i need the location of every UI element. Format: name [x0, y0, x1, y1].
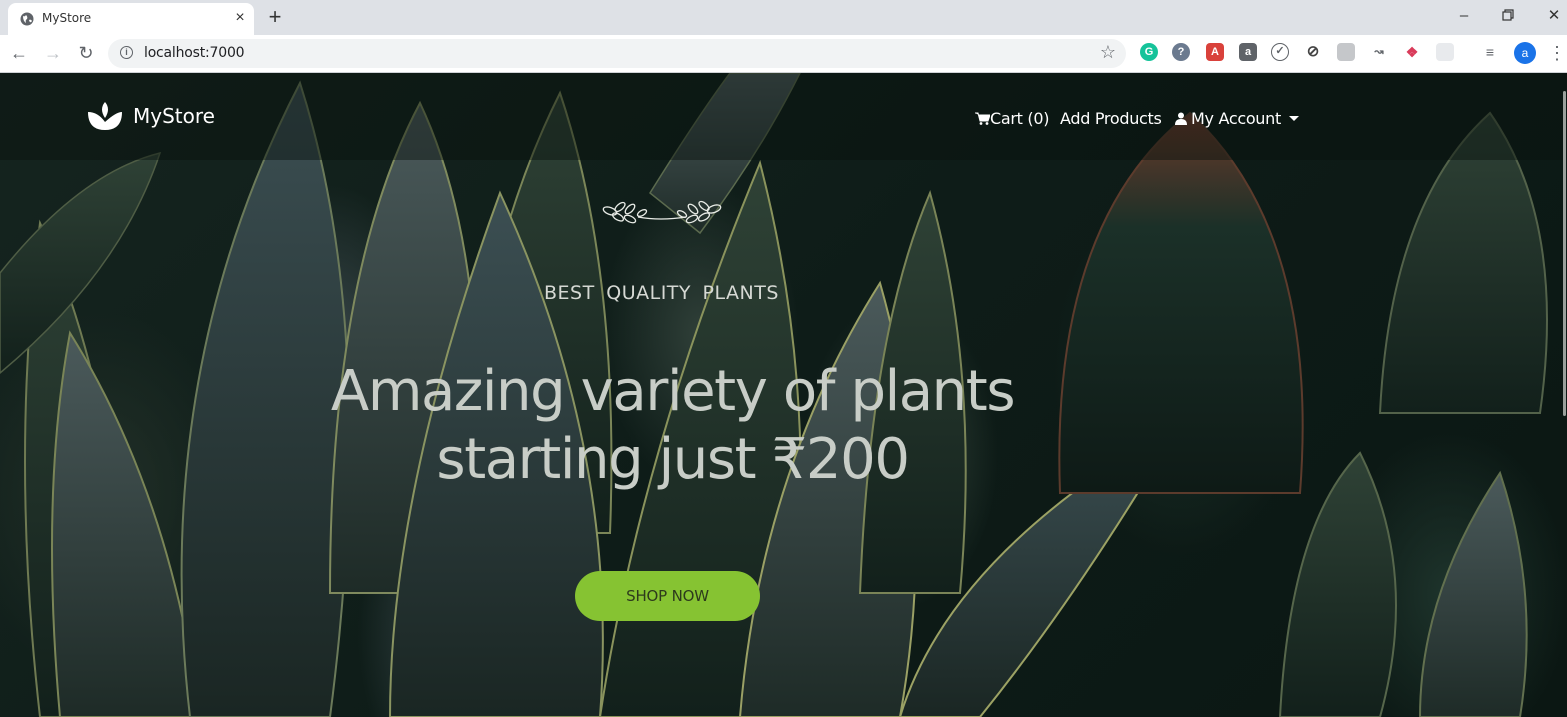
chart-extension-icon[interactable]: ↝ — [1370, 43, 1388, 61]
reload-icon[interactable]: ↻ — [73, 41, 99, 65]
media-queue-icon[interactable]: ≡ — [1481, 43, 1499, 61]
shopping-bag-extension-icon[interactable]: a — [1239, 43, 1257, 61]
address-bar[interactable]: i localhost:7000 ☆ — [108, 39, 1126, 68]
tab-title: MyStore — [42, 11, 92, 25]
tab-close-icon[interactable]: × — [230, 7, 250, 29]
block-icon[interactable]: ⊘ — [1304, 43, 1322, 61]
back-arrow-icon[interactable]: ← — [6, 41, 32, 65]
new-tab-button[interactable]: + — [262, 5, 288, 29]
bookmark-star-icon[interactable]: ☆ — [1100, 42, 1116, 63]
browser-menu-icon[interactable]: ⋮ — [1548, 41, 1566, 65]
browser-tab[interactable]: MyStore × — [8, 3, 254, 35]
minimize-icon[interactable]: – — [1446, 4, 1482, 28]
restore-icon[interactable] — [1490, 4, 1526, 28]
hero-headline: Amazing variety of plants starting just … — [300, 358, 1045, 494]
forward-arrow-icon[interactable]: → — [40, 41, 66, 65]
bird-extension-icon[interactable]: ❖ — [1403, 43, 1421, 61]
browser-toolbar: ← → ↻ i localhost:7000 ☆ G ? A a ✓ ⊘ ↝ ❖… — [0, 35, 1567, 73]
globe-icon — [20, 12, 34, 26]
grammarly-extension-icon[interactable]: G — [1140, 43, 1158, 61]
lotus-logo-icon — [88, 102, 122, 130]
window-close-icon[interactable]: ✕ — [1536, 4, 1567, 28]
url-text[interactable]: localhost:7000 — [144, 45, 245, 61]
brand-name[interactable]: MyStore — [133, 104, 215, 128]
site-navbar: MyStore Cart (0) Add Products My Account — [0, 73, 1567, 160]
shield-extension-icon[interactable]: ? — [1172, 43, 1190, 61]
cart-label: Cart (0) — [990, 109, 1050, 128]
cart-link[interactable]: Cart (0) — [975, 109, 1049, 128]
extension-grey-icon[interactable] — [1337, 43, 1355, 61]
pdf-extension-icon[interactable]: A — [1206, 43, 1224, 61]
info-icon[interactable]: i — [120, 46, 133, 59]
hero-section: MyStore Cart (0) Add Products My Account — [0, 73, 1567, 717]
shop-now-button[interactable]: SHOP NOW — [575, 571, 760, 621]
hero-tagline: BEST QUALITY PLANTS — [544, 282, 779, 304]
laurel-ornament-icon — [602, 200, 722, 224]
my-account-label: My Account — [1191, 109, 1281, 128]
profile-avatar[interactable]: a — [1514, 42, 1536, 64]
headline-line-1: Amazing variety of plants — [330, 359, 1016, 424]
checkmark-shield-icon[interactable]: ✓ — [1271, 43, 1289, 61]
user-icon — [1175, 112, 1187, 125]
blank-extension-icon[interactable] — [1436, 43, 1454, 61]
cart-icon — [975, 112, 990, 125]
headline-line-2: starting just ₹200 — [436, 427, 910, 492]
my-account-dropdown[interactable]: My Account — [1175, 109, 1299, 128]
add-products-link[interactable]: Add Products — [1060, 109, 1162, 128]
chevron-down-icon — [1288, 116, 1299, 121]
browser-tab-bar: MyStore × + – ✕ — [0, 0, 1567, 35]
scrollbar-thumb[interactable] — [1563, 91, 1566, 416]
